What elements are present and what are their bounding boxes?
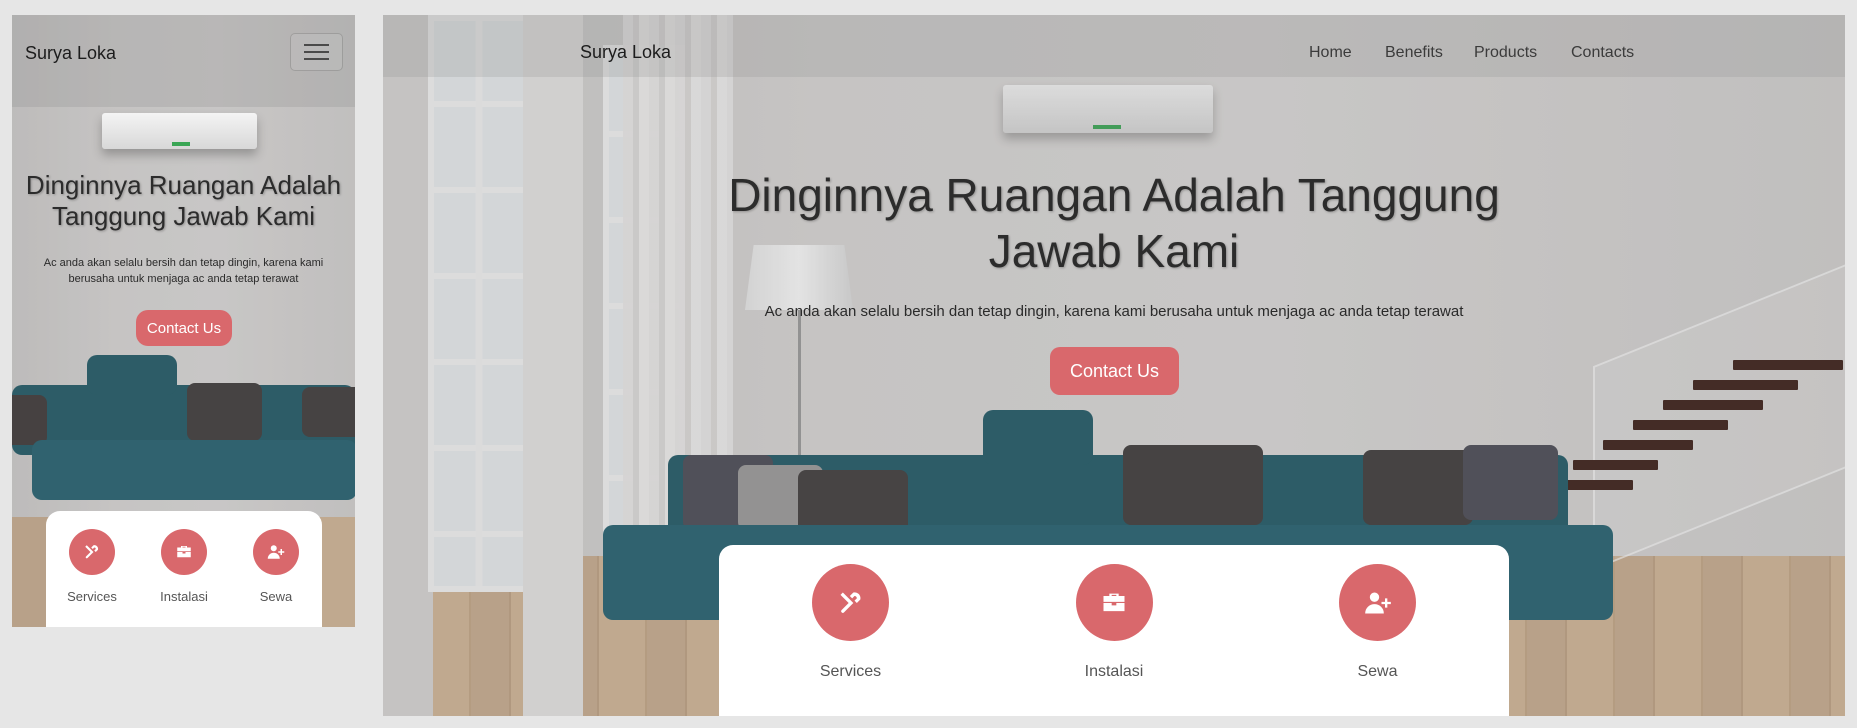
desktop-preview: Surya Loka Home Benefits Products Contac…	[383, 15, 1845, 716]
feature-services[interactable]: Services	[719, 564, 982, 681]
tools-icon	[812, 564, 889, 641]
toolbox-icon	[161, 529, 207, 575]
hero-subtitle: Ac anda akan selalu bersih dan tetap din…	[43, 257, 324, 285]
contact-us-button[interactable]: Contact Us	[136, 310, 232, 346]
brand-logo[interactable]: Surya Loka	[580, 42, 671, 63]
user-plus-icon	[253, 529, 299, 575]
tools-icon	[69, 529, 115, 575]
features-card: Services Instalasi Sewa	[719, 545, 1509, 716]
feature-label: Sewa	[1357, 663, 1398, 680]
feature-services[interactable]: Services	[46, 529, 138, 604]
feature-sewa[interactable]: Sewa	[1246, 564, 1509, 681]
navbar-toggler[interactable]	[290, 33, 343, 71]
ac-indicator	[172, 142, 190, 146]
hamburger-menu-icon	[304, 44, 329, 46]
air-conditioner	[102, 113, 257, 149]
hero-title: Dinginnya Ruangan Adalah Tanggung Jawab …	[728, 169, 1500, 277]
feature-label: Services	[819, 663, 882, 680]
feature-instalasi[interactable]: Instalasi	[138, 529, 230, 604]
mobile-preview: Surya Loka Dinginnya Ruangan Adalah Tang…	[12, 15, 355, 627]
hamburger-menu-icon-line	[304, 51, 329, 53]
hamburger-menu-icon-line	[304, 58, 329, 60]
feature-instalasi[interactable]: Instalasi	[982, 564, 1246, 681]
feature-label: Sewa	[259, 589, 293, 604]
nav-link-home[interactable]: Home	[1309, 44, 1352, 62]
feature-label: Instalasi	[160, 589, 208, 604]
nav-link-products[interactable]: Products	[1474, 44, 1537, 62]
toolbox-icon	[1075, 564, 1153, 641]
contact-us-button[interactable]: Contact Us	[1050, 347, 1179, 395]
hero-subtitle: Ac anda akan selalu bersih dan tetap din…	[764, 303, 1464, 320]
feature-sewa[interactable]: Sewa	[230, 529, 322, 604]
hero-title: Dinginnya Ruangan Adalah Tanggung Jawab …	[25, 170, 342, 231]
brand-logo[interactable]: Surya Loka	[25, 43, 116, 64]
feature-label: Services	[67, 589, 117, 604]
user-plus-icon	[1339, 564, 1416, 641]
feature-label: Instalasi	[1084, 663, 1144, 680]
nav-link-benefits[interactable]: Benefits	[1385, 44, 1443, 62]
nav-link-contacts[interactable]: Contacts	[1571, 44, 1634, 62]
features-card: Services Instalasi Sewa	[46, 511, 322, 627]
